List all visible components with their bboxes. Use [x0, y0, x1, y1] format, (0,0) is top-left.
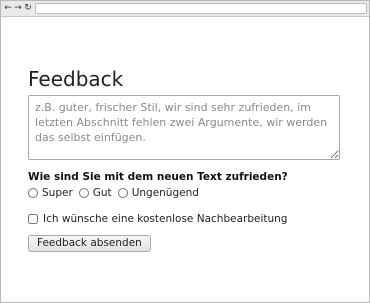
browser-toolbar: ← → ↻ [1, 1, 369, 17]
forward-arrow-icon[interactable]: → [13, 2, 23, 14]
satisfaction-options: Super Gut Ungenügend [28, 187, 340, 199]
revision-checkbox-label: Ich wünsche eine kostenlose Nachbearbeit… [43, 213, 288, 225]
feedback-textarea[interactable] [28, 95, 340, 160]
feedback-form: Feedback Wie sind Sie mit dem neuen Text… [28, 67, 340, 252]
option-super-label: Super [42, 187, 73, 199]
satisfaction-question: Wie sind Sie mit dem neuen Text zufriede… [28, 171, 288, 183]
reload-icon[interactable]: ↻ [23, 2, 33, 14]
submit-feedback-button[interactable]: Feedback absenden [28, 235, 151, 252]
option-ungenuegend[interactable]: Ungenügend [117, 187, 199, 199]
radio-super[interactable] [28, 188, 38, 198]
page-title: Feedback [28, 67, 124, 91]
back-arrow-icon[interactable]: ← [3, 2, 13, 14]
radio-gut[interactable] [78, 188, 89, 198]
option-super[interactable]: Super [28, 187, 73, 199]
address-bar[interactable] [35, 3, 367, 14]
browser-window: ← → ↻ Feedback Wie sind Sie mit dem neue… [0, 0, 370, 303]
revision-option[interactable]: Ich wünsche eine kostenlose Nachbearbeit… [28, 213, 340, 225]
option-gut-label: Gut [92, 187, 112, 199]
option-ungenuegend-label: Ungenügend [131, 187, 199, 199]
revision-checkbox[interactable] [28, 214, 38, 224]
option-gut[interactable]: Gut [78, 187, 112, 199]
radio-ungenuegend[interactable] [117, 188, 128, 198]
